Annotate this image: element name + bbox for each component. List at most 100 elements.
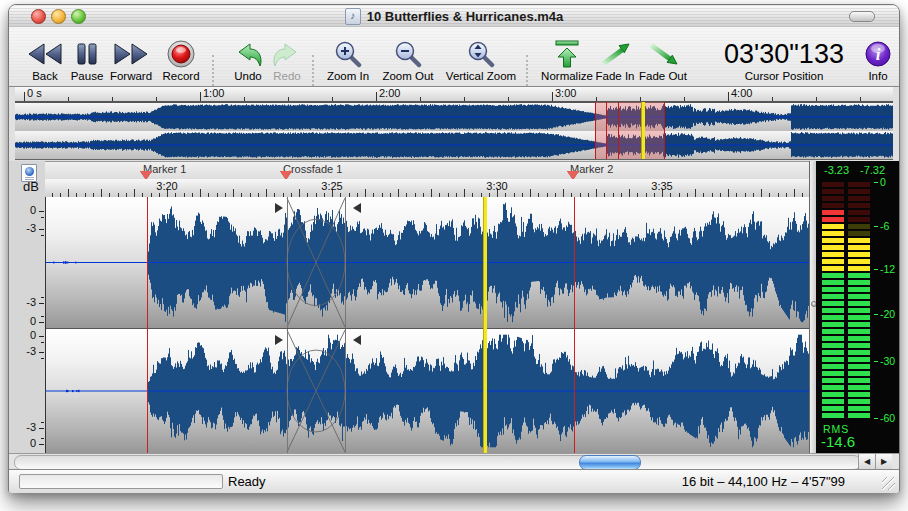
playback-cursor — [483, 197, 487, 453]
overview-ruler[interactable]: 0 s1:002:003:004:00 — [15, 87, 893, 102]
undo-button[interactable]: Undo — [226, 39, 270, 85]
back-button[interactable]: Back — [23, 39, 67, 85]
meter-scale-tick — [874, 361, 878, 362]
rms-value: -14.6 — [821, 433, 855, 450]
meter-scale-tick — [874, 226, 878, 227]
ruler-tick — [134, 189, 135, 197]
db-scale-tick — [39, 336, 44, 337]
ruler-tick — [552, 92, 553, 101]
overview-pane: 0 s1:002:003:004:00 — [15, 87, 893, 158]
fade-in-icon — [591, 39, 639, 69]
scroll-left-arrow[interactable]: ◀ — [858, 454, 875, 469]
db-scale-label: 0 — [30, 315, 36, 327]
meter-segment — [848, 406, 870, 411]
meter-scale-tick — [874, 418, 878, 419]
toolbar-toggle-button[interactable] — [849, 11, 875, 22]
level-meter-panel: -3.23 -7.32 0-6-12-20-30-60 RMS -14.6 — [816, 161, 899, 453]
marker-line — [574, 197, 575, 453]
waveform-channel-left[interactable] — [46, 197, 810, 329]
forward-button[interactable]: Forward — [107, 39, 155, 85]
fade-out-button[interactable]: Fade Out — [637, 39, 689, 85]
overview-marker-line — [606, 102, 607, 159]
ruler-tick — [244, 97, 245, 101]
record-icon — [157, 39, 205, 69]
zoom-out-icon — [379, 39, 437, 69]
ruler-tick — [728, 92, 729, 101]
db-scale-label: -3 — [26, 222, 36, 234]
ruler-tick — [68, 97, 69, 101]
ruler-label: 3:30 — [486, 180, 507, 192]
ruler-tick — [508, 97, 509, 101]
window-titlebar[interactable]: ♪ 10 Butterflies & Hurricanes.m4a — [9, 5, 899, 28]
db-scale-label: 0 — [30, 437, 36, 449]
meter-scale-label: 0 — [880, 176, 886, 188]
info-icon: i — [853, 39, 903, 69]
ruler-tick — [24, 92, 25, 101]
svg-text:i: i — [876, 45, 881, 64]
ruler-label: 3:25 — [321, 180, 342, 192]
ruler-tick — [288, 97, 289, 101]
overview-waveform-right[interactable] — [15, 131, 893, 160]
meter-scale-label: -12 — [880, 263, 895, 275]
ruler-tick — [365, 189, 366, 197]
pause-button[interactable]: Pause — [67, 39, 107, 85]
meter-scale-tick — [874, 314, 878, 315]
meter-segment — [848, 329, 870, 334]
pause-icon — [67, 39, 107, 69]
meter-segment — [848, 280, 870, 285]
meter-segment — [848, 371, 870, 376]
forward-icon — [107, 39, 155, 69]
ruler-tick — [101, 189, 102, 197]
meter-segment — [848, 182, 870, 187]
scroll-right-arrow[interactable]: ▶ — [875, 454, 892, 469]
ruler-label: 4:00 — [731, 87, 752, 99]
ruler-tick — [112, 97, 113, 101]
ruler-tick — [695, 189, 696, 197]
vertical-zoom-button[interactable]: Vertical Zoom — [441, 39, 521, 85]
ruler-tick — [332, 97, 333, 101]
crossfade-handle-right[interactable] — [353, 203, 361, 213]
redo-button[interactable]: Redo — [268, 39, 306, 85]
ruler-tick — [266, 189, 267, 197]
toolbar-separator — [312, 55, 314, 86]
db-scale-tick — [39, 211, 44, 212]
ruler-tick — [772, 97, 773, 101]
db-scale-tick — [41, 235, 44, 236]
level-meter-right — [816, 161, 899, 453]
crossfade-handle-right[interactable] — [353, 335, 361, 345]
fade-in-button[interactable]: Fade In — [591, 39, 639, 85]
vertical-zoom-icon — [441, 39, 521, 69]
ruler-tick — [464, 97, 465, 101]
zoom-out-button[interactable]: Zoom Out — [379, 39, 437, 85]
overview-selection[interactable] — [595, 102, 665, 159]
ruler-tick — [816, 97, 817, 101]
time-ruler[interactable]: 3:20 3:25 3:30 3:35 — [45, 179, 809, 198]
ruler-tick — [794, 189, 795, 197]
ruler-tick — [68, 189, 69, 197]
horizontal-scrollbar[interactable]: ◀ ▶ — [9, 453, 899, 470]
waveform-channel-right[interactable] — [46, 329, 810, 454]
scrollbar-track[interactable] — [14, 455, 861, 470]
toolbar: Back Pause Forward Record Undo — [9, 27, 899, 87]
zoom-in-button[interactable]: Zoom In — [321, 39, 375, 85]
resize-grip[interactable] — [882, 477, 895, 490]
record-button[interactable]: Record — [157, 39, 205, 85]
crossfade-handle-left[interactable] — [275, 203, 283, 213]
zoom-in-icon — [321, 39, 375, 69]
crossfade-handle-left[interactable] — [275, 335, 283, 345]
ruler-tick — [156, 97, 157, 101]
waveform-editor: Marker 1Crossfade 1Marker 2 dB 3:203:253… — [9, 161, 899, 453]
scrollbar-thumb[interactable] — [579, 455, 641, 470]
overview-waveform-left[interactable] — [15, 102, 893, 132]
meter-segment — [848, 301, 870, 306]
meter-segment — [848, 392, 870, 397]
ruler-label: 3:35 — [651, 180, 672, 192]
meter-scale-label: -6 — [880, 220, 889, 232]
ruler-tick — [464, 189, 465, 197]
markers-strip[interactable]: Marker 1Crossfade 1Marker 2 — [45, 161, 809, 180]
db-scale-label: -3 — [26, 421, 36, 433]
meter-segment — [848, 343, 870, 348]
info-button[interactable]: i Info — [853, 39, 903, 85]
waveform-channels[interactable] — [45, 197, 810, 453]
ruler-label: 3:20 — [156, 180, 177, 192]
